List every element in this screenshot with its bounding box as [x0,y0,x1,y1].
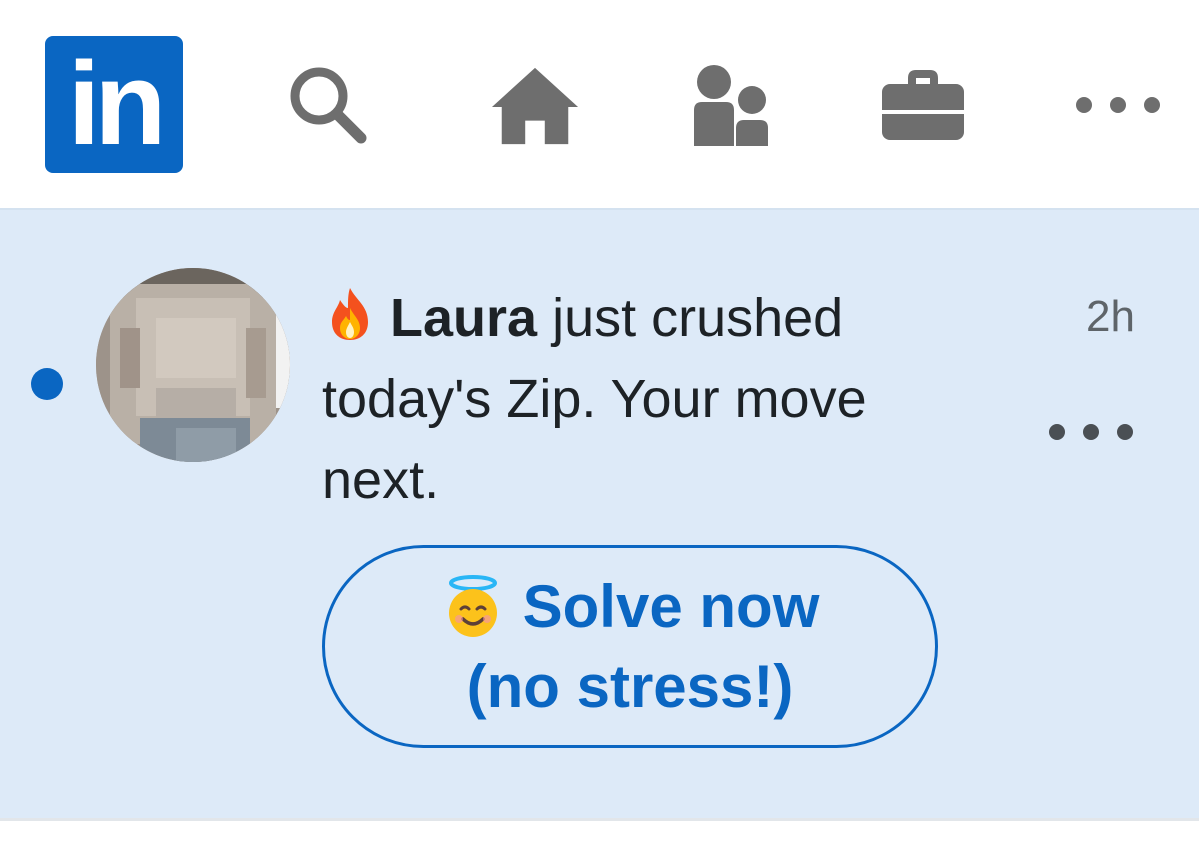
actor-name: Laura [390,288,538,348]
avatar[interactable] [96,268,290,462]
home-icon[interactable] [490,60,580,150]
more-icon[interactable] [1072,60,1164,150]
notification-more-options-icon[interactable] [1046,420,1136,444]
cta-line-1: Solve now [441,567,820,647]
smiling-face-with-halo-icon [441,574,505,639]
notification-timestamp: 2h [1086,292,1135,341]
solve-now-button[interactable]: Solve now (no stress!) [322,545,938,748]
search-icon[interactable] [283,60,373,150]
my-network-icon[interactable] [686,60,776,150]
fire-icon [322,284,378,340]
divider [0,818,1199,821]
linkedin-logo[interactable]: in [45,36,183,173]
top-nav-bar: in [0,0,1199,208]
jobs-briefcase-icon[interactable] [878,60,968,150]
notification-message[interactable]: Laura just crushed today's Zip. Your mov… [322,278,962,521]
cta-label-line-1: Solve now [522,572,820,640]
cta-label-line-2: (no stress!) [466,652,794,720]
unread-indicator-dot [31,368,63,400]
